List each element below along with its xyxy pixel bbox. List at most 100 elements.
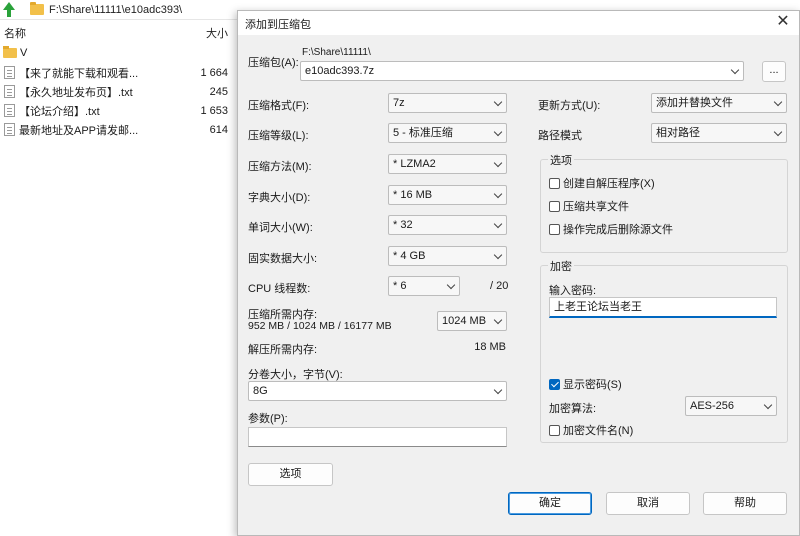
delete-after-label: 操作完成后删除源文件 bbox=[563, 224, 673, 236]
checkbox-checked-icon[interactable] bbox=[549, 378, 560, 390]
cpu-threads-select[interactable]: * 6 bbox=[388, 276, 460, 296]
chevron-down-icon[interactable] bbox=[493, 127, 503, 137]
checkbox-icon[interactable] bbox=[549, 177, 560, 189]
cpu-threads-value: * 6 bbox=[393, 280, 407, 292]
encryption-method-label: 加密算法: bbox=[549, 403, 597, 415]
chevron-down-icon[interactable] bbox=[493, 97, 503, 107]
text-file-icon bbox=[4, 104, 15, 117]
help-button[interactable]: 帮助 bbox=[703, 492, 787, 515]
cpu-threads-total: / 20 bbox=[490, 280, 509, 292]
address-bar[interactable]: F:\Share\11111\e10adc393\ bbox=[0, 0, 240, 20]
chevron-down-icon[interactable] bbox=[493, 385, 503, 395]
list-item-name: V bbox=[20, 46, 28, 59]
create-sfx-checkbox[interactable]: 创建自解压程序(X) bbox=[549, 175, 655, 191]
dialog-title: 添加到压缩包 bbox=[245, 19, 311, 31]
format-label: 压缩格式(F): bbox=[248, 100, 310, 112]
update-mode-select[interactable]: 添加并替换文件 bbox=[651, 93, 787, 113]
compress-shared-label: 压缩共享文件 bbox=[563, 201, 629, 213]
decompress-memory-label: 解压所需内存: bbox=[248, 344, 318, 356]
close-icon[interactable]: ✕ bbox=[767, 11, 799, 35]
solid-size-value: * 4 GB bbox=[393, 250, 426, 262]
solid-size-label: 固实数据大小: bbox=[248, 253, 318, 265]
encryption-group: 加密 输入密码: 上老王论坛当老王 显示密码(S) 加密算法: AES-256 … bbox=[540, 258, 788, 443]
list-item-size: 245 bbox=[209, 85, 228, 98]
address-text[interactable]: F:\Share\11111\e10adc393\ bbox=[49, 4, 182, 16]
cancel-button[interactable]: 取消 bbox=[606, 492, 690, 515]
chevron-down-icon[interactable] bbox=[493, 250, 503, 260]
method-label: 压缩方法(M): bbox=[248, 161, 312, 173]
list-item[interactable]: 【永久地址发布页】.txt 245 bbox=[0, 82, 240, 101]
column-size-header[interactable]: 大小 bbox=[190, 25, 228, 41]
chevron-down-icon[interactable] bbox=[493, 189, 503, 199]
up-folder-icon[interactable] bbox=[2, 1, 16, 18]
show-password-checkbox[interactable]: 显示密码(S) bbox=[549, 376, 622, 392]
options-group-title: 选项 bbox=[548, 152, 574, 168]
word-size-value: * 32 bbox=[393, 219, 413, 231]
list-item-size: 614 bbox=[209, 123, 228, 136]
split-size-label: 分卷大小，字节(V): bbox=[248, 369, 343, 381]
level-value: 5 - 标准压缩 bbox=[393, 127, 453, 139]
chevron-down-icon[interactable] bbox=[493, 219, 503, 229]
path-mode-value: 相对路径 bbox=[656, 127, 700, 139]
checkbox-icon[interactable] bbox=[549, 200, 560, 212]
list-item-name: 【来了就能下载和观看... bbox=[19, 67, 139, 80]
word-size-select[interactable]: * 32 bbox=[388, 215, 507, 235]
show-password-label: 显示密码(S) bbox=[563, 379, 622, 391]
format-select[interactable]: 7z bbox=[388, 93, 507, 113]
list-item-name: 【永久地址发布页】.txt bbox=[19, 86, 133, 99]
list-item[interactable]: 【来了就能下载和观看... 1 664 bbox=[0, 63, 240, 82]
list-item[interactable]: 【论坛介绍】.txt 1 653 bbox=[0, 101, 240, 120]
chevron-down-icon[interactable] bbox=[493, 315, 503, 325]
delete-after-checkbox[interactable]: 操作完成后删除源文件 bbox=[549, 221, 673, 237]
list-item[interactable]: V bbox=[0, 43, 240, 62]
text-file-icon bbox=[4, 66, 15, 79]
compress-shared-checkbox[interactable]: 压缩共享文件 bbox=[549, 198, 629, 214]
text-file-icon bbox=[4, 123, 15, 136]
create-sfx-label: 创建自解压程序(X) bbox=[563, 178, 655, 190]
decompress-memory-value: 18 MB bbox=[474, 341, 506, 353]
chevron-down-icon[interactable] bbox=[446, 280, 456, 290]
archive-path: F:\Share\11111\ bbox=[302, 47, 371, 58]
options-group: 选项 创建自解压程序(X) 压缩共享文件 操作完成后删除源文件 bbox=[540, 152, 788, 253]
compress-memory-select[interactable]: 1024 MB bbox=[437, 311, 507, 331]
column-name-header[interactable]: 名称 bbox=[0, 25, 190, 41]
file-list-header: 名称 大小 bbox=[0, 25, 240, 41]
encrypt-filenames-checkbox[interactable]: 加密文件名(N) bbox=[549, 422, 633, 438]
dialog-title-bar[interactable]: 添加到压缩包 ✕ bbox=[238, 11, 799, 35]
encryption-method-select[interactable]: AES-256 bbox=[685, 396, 777, 416]
compress-memory-value: 1024 MB bbox=[442, 315, 487, 327]
chevron-down-icon[interactable] bbox=[773, 127, 783, 137]
chevron-down-icon[interactable] bbox=[773, 97, 783, 107]
path-mode-label: 路径模式 bbox=[538, 130, 582, 142]
options-button[interactable]: 选项 bbox=[248, 463, 333, 486]
list-item-size: 1 653 bbox=[200, 104, 228, 117]
encryption-method-value: AES-256 bbox=[690, 400, 735, 412]
cpu-threads-label: CPU 线程数: bbox=[248, 283, 311, 295]
solid-size-select[interactable]: * 4 GB bbox=[388, 246, 507, 266]
chevron-down-icon[interactable] bbox=[763, 400, 773, 410]
browse-button[interactable]: ... bbox=[762, 61, 786, 82]
path-mode-select[interactable]: 相对路径 bbox=[651, 123, 787, 143]
checkbox-icon[interactable] bbox=[549, 223, 560, 235]
level-select[interactable]: 5 - 标准压缩 bbox=[388, 123, 507, 143]
dict-size-value: * 16 MB bbox=[393, 189, 433, 201]
dict-size-select[interactable]: * 16 MB bbox=[388, 185, 507, 205]
chevron-down-icon[interactable] bbox=[730, 65, 740, 75]
encryption-group-title: 加密 bbox=[548, 258, 574, 274]
text-file-icon bbox=[4, 85, 15, 98]
params-input[interactable] bbox=[248, 427, 507, 447]
password-input[interactable]: 上老王论坛当老王 bbox=[549, 297, 777, 318]
list-item-size: 1 664 bbox=[200, 66, 228, 79]
list-item-name: 【论坛介绍】.txt bbox=[19, 105, 100, 118]
update-mode-value: 添加并替换文件 bbox=[656, 97, 733, 109]
ok-button[interactable]: 确定 bbox=[508, 492, 592, 515]
word-size-label: 单词大小(W): bbox=[248, 222, 313, 234]
list-item[interactable]: 最新地址及APP请发邮... 614 bbox=[0, 120, 240, 139]
split-size-combo[interactable]: 8G bbox=[248, 381, 507, 401]
checkbox-icon[interactable] bbox=[549, 424, 560, 436]
method-select[interactable]: * LZMA2 bbox=[388, 154, 507, 174]
archive-name-combo[interactable]: e10adc393.7z bbox=[300, 61, 744, 81]
folder-icon bbox=[30, 2, 44, 15]
compress-memory-detail: 952 MB / 1024 MB / 16177 MB bbox=[248, 320, 392, 332]
chevron-down-icon[interactable] bbox=[493, 158, 503, 168]
